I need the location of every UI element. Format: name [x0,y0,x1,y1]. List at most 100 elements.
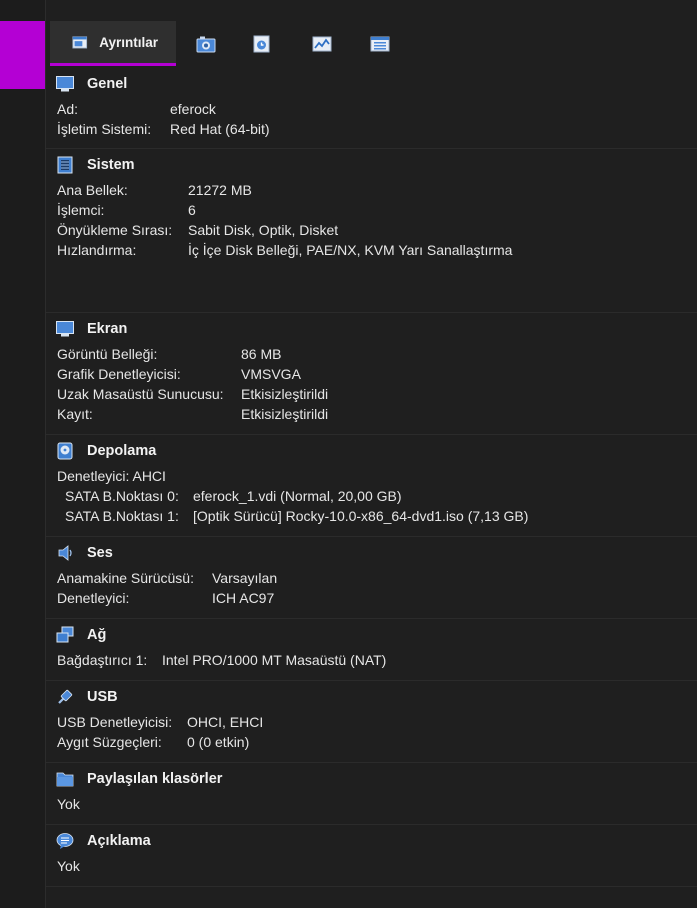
tab-activity[interactable] [302,21,342,66]
section-network-title: Ağ [87,626,107,643]
section-audio: Ses Anamakine Sürücüsü: Varsayılan Denetl… [46,537,697,619]
chip-icon [57,156,73,173]
info-row: İşletim Sistemi: Red Hat (64-bit) [57,119,697,139]
info-value: Red Hat (64-bit) [170,121,270,137]
info-label: SATA B.Noktası 0: [65,488,179,504]
tab-logs[interactable] [242,21,282,66]
selected-machine-highlight[interactable] [0,21,45,89]
info-row: Görüntü Belleği: 86 MB [57,344,697,364]
details-pane: Ayrıntılar Genel Ad: eferock İşletim Sis… [46,0,697,908]
hard-disk-icon [57,442,73,459]
info-value: OHCI, EHCI [187,714,264,730]
machine-list-panel[interactable] [0,0,45,908]
section-display: Ekran Görüntü Belleği: 86 MB Grafik Denet… [46,313,697,435]
info-label: Ad: [57,101,79,117]
section-display-header[interactable]: Ekran [46,313,697,344]
section-storage-title: Depolama [87,442,157,459]
info-value: [Optik Sürücü] Rocky-10.0-x86_64-dvd1.is… [193,508,529,524]
section-system: Sistem Ana Bellek: 21272 MB İşlemci: 6 Öny… [46,149,697,313]
info-row: Ana Bellek: 21272 MB [57,180,697,200]
info-label: Önyükleme Sırası: [57,222,173,238]
tab-details-label: Ayrıntılar [99,34,158,50]
info-value: Etkisizleştirildi [241,386,329,402]
info-label: İşletim Sistemi: [57,121,152,137]
section-shared-folders: Paylaşılan klasörler Yok [46,763,697,825]
monitor-icon [56,320,74,336]
info-value: Sabit Disk, Optik, Disket [188,222,339,238]
section-general-title: Genel [87,75,128,92]
info-row: İşlemci: 6 [57,200,697,220]
info-row: Grafik Denetleyicisi: VMSVGA [57,364,697,384]
info-row: SATA B.Noktası 0: eferock_1.vdi (Normal, … [57,486,697,506]
tool-tabs: Ayrıntılar [46,21,697,66]
info-label: Bağdaştırıcı 1: [57,652,148,668]
storage-controller: Denetleyici: AHCI [57,468,166,484]
info-row: Önyükleme Sırası: Sabit Disk, Optik, Disk… [57,220,697,240]
usb-icon [58,689,73,704]
details-icon [72,36,88,49]
info-label: Anamakine Sürücüsü: [57,570,194,586]
network-icon [56,626,74,642]
section-display-title: Ekran [87,320,128,337]
info-row: Hızlandırma: İç İçe Disk Belleği, PAE/NX,… [57,240,697,260]
info-value: VMSVGA [241,366,301,382]
info-value: Varsayılan [212,570,278,586]
info-row: Denetleyici: ICH AC97 [57,588,697,608]
info-label: Aygıt Süzgeçleri: [57,734,162,750]
section-description-header[interactable]: Açıklama [46,825,697,856]
info-value: Yok [57,796,80,812]
info-value: eferock [170,101,216,117]
info-label: Görüntü Belleği: [57,346,158,362]
section-shared-title: Paylaşılan klasörler [87,770,223,787]
info-value: 6 [188,202,196,218]
section-usb: USB USB Denetleyicisi: OHCI, EHCI Aygıt S… [46,681,697,763]
section-usb-header[interactable]: USB [46,681,697,712]
tab-snapshots[interactable] [186,21,226,66]
info-label: Hızlandırma: [57,242,137,258]
section-general-header[interactable]: Genel [46,68,697,99]
section-description: Açıklama Yok [46,825,697,887]
info-label: İşlemci: [57,202,105,218]
info-label: Ana Bellek: [57,182,128,198]
info-value: Yok [57,858,80,874]
folder-icon [56,772,74,786]
info-value: Etkisizleştirildi [241,406,329,422]
section-network: Ağ Bağdaştırıcı 1: Intel PRO/1000 MT Masa… [46,619,697,681]
info-value: İç İçe Disk Belleği, PAE/NX, KVM Yarı Sa… [188,242,513,258]
section-storage-header[interactable]: Depolama [46,435,697,466]
properties-icon [370,36,390,51]
info-label: SATA B.Noktası 1: [65,508,179,524]
info-row: Ad: eferock [57,99,697,119]
info-value: eferock_1.vdi (Normal, 20,00 GB) [193,488,402,504]
info-row: Aygıt Süzgeçleri: 0 (0 etkin) [57,732,697,752]
speaker-icon [58,544,72,561]
section-network-header[interactable]: Ağ [46,619,697,650]
tab-details[interactable]: Ayrıntılar [50,21,176,66]
info-value: 0 (0 etkin) [187,734,250,750]
section-general: Genel Ad: eferock İşletim Sistemi: Red Hat… [46,68,697,149]
section-audio-header[interactable]: Ses [46,537,697,568]
info-row: Uzak Masaüstü Sunucusu: Etkisizleştirildi [57,384,697,404]
section-system-header[interactable]: Sistem [46,149,697,180]
info-value: ICH AC97 [212,590,275,606]
section-usb-title: USB [87,688,118,705]
info-row: Bağdaştırıcı 1: Intel PRO/1000 MT Masaüst… [57,650,697,670]
info-label: Uzak Masaüstü Sunucusu: [57,386,224,402]
activity-icon [312,36,332,51]
speech-bubble-icon [56,832,74,849]
monitor-icon [56,75,74,91]
tab-properties[interactable] [360,21,400,66]
section-audio-title: Ses [87,544,113,561]
details-content: Genel Ad: eferock İşletim Sistemi: Red Hat… [46,68,697,887]
info-label: USB Denetleyicisi: [57,714,173,730]
info-label: Grafik Denetleyicisi: [57,366,181,382]
section-shared-header[interactable]: Paylaşılan klasörler [46,763,697,794]
section-storage: Depolama Denetleyici: AHCI SATA B.Noktas… [46,435,697,537]
section-description-title: Açıklama [87,832,151,849]
info-value: Intel PRO/1000 MT Masaüstü (NAT) [162,652,387,668]
section-system-title: Sistem [87,156,135,173]
info-label: Kayıt: [57,406,93,422]
info-row: SATA B.Noktası 1: [Optik Sürücü] Rocky-10… [57,506,697,526]
info-value: 21272 MB [188,182,252,198]
info-label: Denetleyici: [57,590,130,606]
